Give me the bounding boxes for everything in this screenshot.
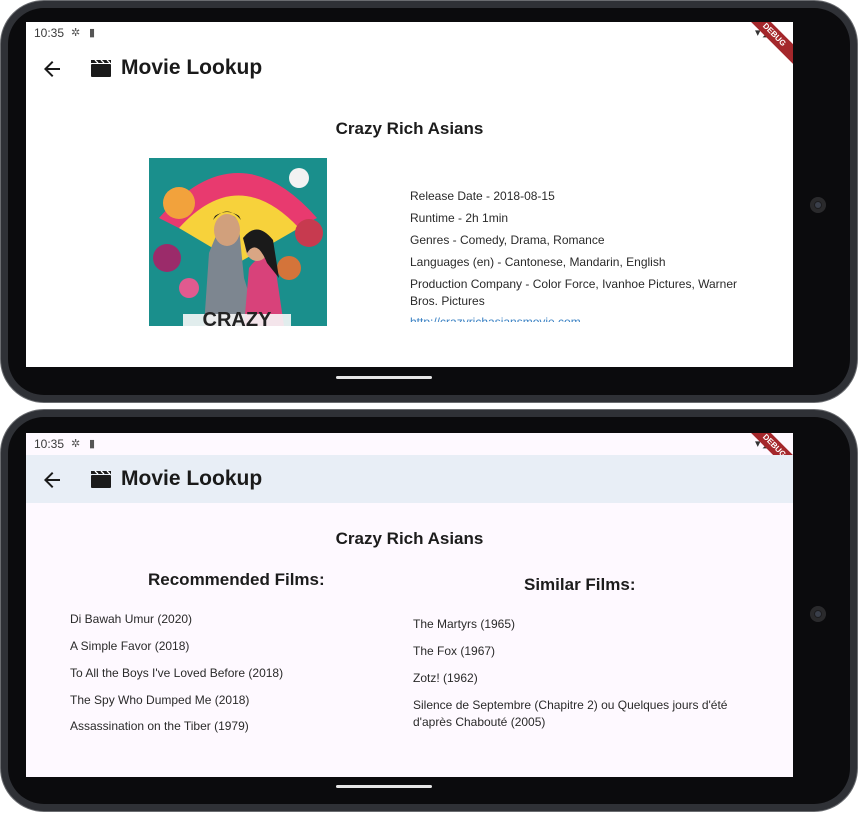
- recommended-heading: Recommended Films:: [148, 570, 325, 589]
- poster-caption: CRAZY: [203, 309, 273, 326]
- status-bar: 10:35 ✲ ▮ ▾◢▮: [26, 22, 793, 44]
- home-indicator[interactable]: [336, 785, 432, 788]
- similar-item[interactable]: The Martyrs (1965): [413, 616, 515, 633]
- back-arrow-icon[interactable]: [40, 468, 64, 492]
- production-company: Production Company - Color Force, Ivanho…: [410, 277, 738, 308]
- movie-details: Release Date - 2018-08-15 Runtime - 2h 1…: [410, 188, 740, 327]
- camera-icon: [810, 197, 826, 213]
- similar-item[interactable]: Zotz! (1962): [413, 670, 478, 687]
- screen-details: 10:35 ✲ ▮ ▾◢▮ DEBUG Movie Lookup Crazy R…: [26, 22, 793, 367]
- movie-clapper-icon: [91, 470, 111, 488]
- camera-icon: [810, 606, 826, 622]
- device-frame-bottom: 10:35 ✲ ▮ ▾◢▮ DEBUG Movie Lookup Crazy R…: [0, 409, 861, 815]
- sdcard-status-icon: ▮: [89, 438, 96, 450]
- similar-item[interactable]: Silence de Septembre (Chapitre 2) ou Que…: [413, 697, 758, 731]
- app-title: Movie Lookup: [121, 56, 263, 79]
- back-arrow-icon[interactable]: [40, 57, 64, 81]
- app-bar: Movie Lookup: [26, 44, 793, 94]
- release-date: Release Date - 2018-08-15: [410, 189, 555, 203]
- settings-status-icon: ✲: [71, 438, 81, 450]
- app-title: Movie Lookup: [121, 467, 263, 490]
- recommended-item[interactable]: Di Bawah Umur (2020): [70, 611, 192, 628]
- settings-status-icon: ✲: [71, 27, 81, 39]
- languages: Languages (en) - Cantonese, Mandarin, En…: [410, 255, 666, 269]
- status-time: 10:35: [34, 26, 65, 40]
- screen-recommendations: 10:35 ✲ ▮ ▾◢▮ DEBUG Movie Lookup Crazy R…: [26, 433, 793, 777]
- status-time: 10:35: [34, 437, 65, 451]
- app-bar: Movie Lookup: [26, 455, 793, 503]
- device-frame-top: 10:35 ✲ ▮ ▾◢▮ DEBUG Movie Lookup Crazy R…: [0, 0, 861, 406]
- similar-heading: Similar Films:: [524, 575, 636, 594]
- recommended-item[interactable]: To All the Boys I've Loved Before (2018): [70, 665, 283, 682]
- genres: Genres - Comedy, Drama, Romance: [410, 233, 605, 247]
- movie-poster: CRAZY: [149, 158, 327, 326]
- movie-title: Crazy Rich Asians: [335, 119, 484, 138]
- recommended-item[interactable]: Assassination on the Tiber (1979): [70, 718, 249, 735]
- status-bar: 10:35 ✲ ▮ ▾◢▮: [26, 433, 793, 455]
- homepage-link[interactable]: http://crazyrichasiansmovie.com: [410, 314, 740, 322]
- sdcard-status-icon: ▮: [89, 27, 96, 39]
- movie-clapper-icon: [91, 59, 111, 77]
- home-indicator[interactable]: [336, 376, 432, 379]
- recommended-item[interactable]: A Simple Favor (2018): [70, 638, 189, 655]
- similar-item[interactable]: The Fox (1967): [413, 643, 495, 660]
- runtime: Runtime - 2h 1min: [410, 211, 509, 225]
- recommended-item[interactable]: The Spy Who Dumped Me (2018): [70, 692, 249, 709]
- movie-title: Crazy Rich Asians: [335, 529, 484, 548]
